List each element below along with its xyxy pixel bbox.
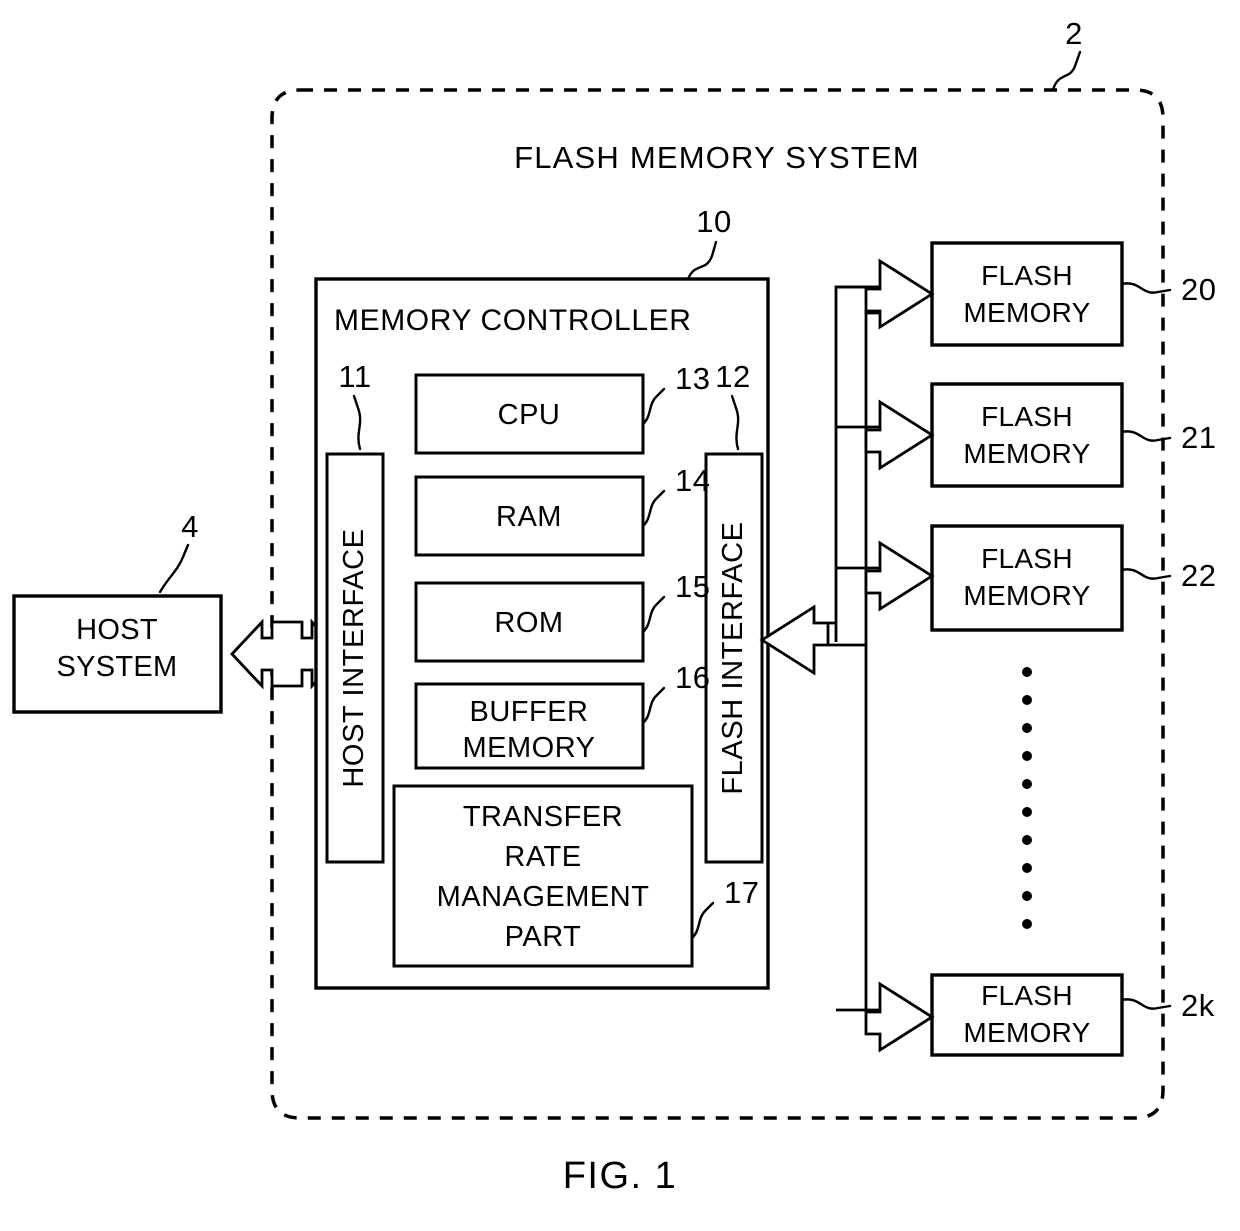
ram-ref-label: 14 [675,463,710,498]
rom-label: ROM [494,607,563,639]
controller-ref-label: 10 [696,204,731,239]
buffer-memory-label-line1: BUFFER [470,696,589,728]
flash-memory-box-21 [930,382,1124,488]
transfer-rate-ref-label: 17 [724,875,759,910]
flash-memory-2k-ref-label: 2k [1181,988,1215,1023]
flash-interface-label: FLASH INTERFACE [717,521,749,794]
flash-bus-inbound-line [828,621,866,647]
flash-memory-2k-label-line2: MEMORY [963,1017,1090,1048]
flash-bus-arrow-2k [864,981,935,1053]
flash-memory-2k-label-line1: FLASH [981,980,1073,1011]
flash-interface-inbound-arrow [759,604,830,676]
figure-caption-wrap: FIG. 1 [0,1155,1240,1198]
diagram-canvas: 2 FLASH MEMORY SYSTEM HOST SYSTEM 4 MEMO… [12,16,1216,1120]
flash-memory-20-label-line1: FLASH [981,260,1073,291]
transfer-rate-label-line3: MANAGEMENT [437,881,650,913]
flash-interface-ref-label: 12 [715,359,750,394]
flash-memory-21-label-line2: MEMORY [963,438,1090,469]
system-ref-leader [1051,50,1082,92]
flash-memory-box-20 [930,241,1124,347]
system-title: FLASH MEMORY SYSTEM [514,140,920,175]
flash-bus-arrow-22 [864,540,935,612]
host-ref-label: 4 [181,509,199,544]
cpu-label: CPU [498,399,561,431]
transfer-rate-label-line1: TRANSFER [463,801,623,833]
flash-memory-22-ref-label: 22 [1181,558,1216,593]
host-ref-leader [158,543,190,594]
cpu-ref-label: 13 [675,361,710,396]
transfer-rate-label-line2: RATE [504,841,581,873]
flash-memory-21-label-line1: FLASH [981,401,1073,432]
vertical-ellipsis [1022,667,1032,929]
memory-controller-title: MEMORY CONTROLLER [334,304,692,337]
flash-memory-21-ref-leader [1120,430,1172,442]
system-ref-label: 2 [1065,16,1083,51]
flash-memory-22-label-line1: FLASH [981,543,1073,574]
flash-bus-arrow-21 [864,399,935,471]
transfer-rate-label-line4: PART [505,921,582,953]
flash-memory-21-ref-label: 21 [1181,420,1216,455]
buffer-memory-label-line2: MEMORY [463,732,596,764]
patent-figure: 2 FLASH MEMORY SYSTEM HOST SYSTEM 4 MEMO… [0,0,1240,1231]
controller-ref-leader [686,240,718,281]
flash-memory-22-label-line2: MEMORY [963,580,1090,611]
buffer-memory-ref-label: 16 [675,660,710,695]
host-interface-label: HOST INTERFACE [338,528,370,787]
host-interface-ref-label: 11 [338,359,371,394]
ram-label: RAM [496,501,562,533]
flash-memory-20-ref-leader [1120,282,1172,294]
flash-memory-box-22 [930,524,1124,632]
flash-bus-outbound-trunk2 [864,311,880,1010]
host-system-label-line1: HOST [76,614,158,646]
flash-memory-20-label-line2: MEMORY [963,297,1090,328]
flash-bus-arrow-20 [864,258,935,330]
figure-caption: FIG. 1 [562,1155,678,1197]
flash-memory-20-ref-label: 20 [1181,272,1216,307]
host-system-label-line2: SYSTEM [56,651,177,683]
rom-ref-label: 15 [675,569,710,604]
